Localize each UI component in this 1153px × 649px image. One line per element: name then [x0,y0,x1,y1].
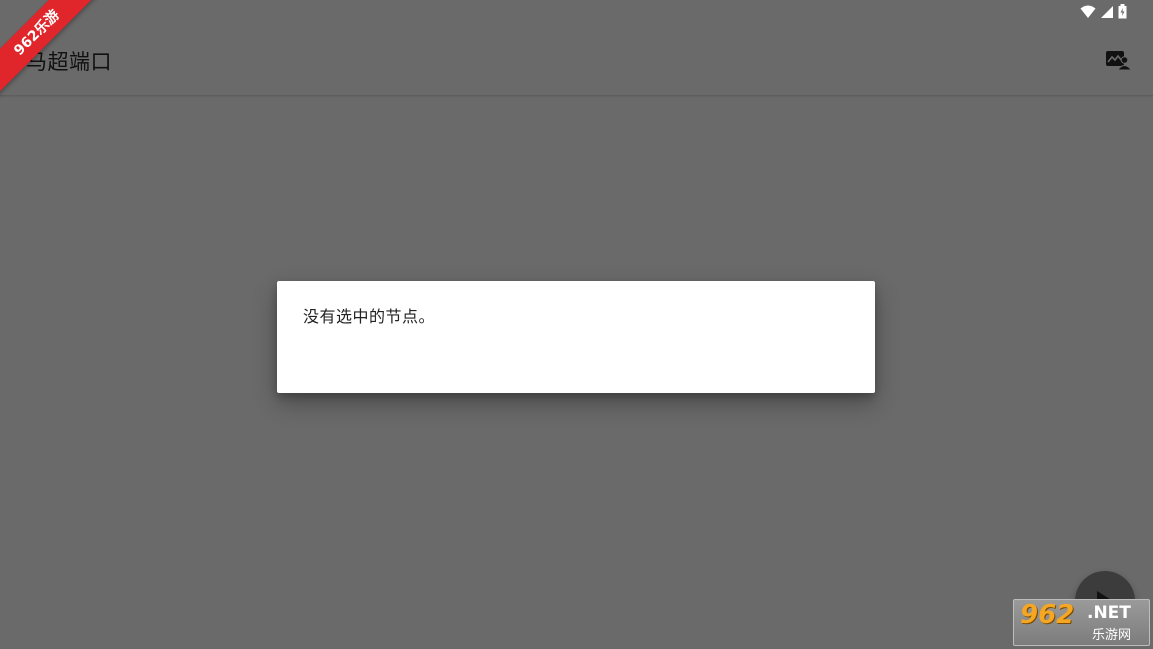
dialog-message: 没有选中的节点。 [303,307,436,326]
gallery-person-icon[interactable] [1105,48,1131,72]
status-bar [0,0,1153,24]
cell-signal-icon [1101,5,1113,18]
alert-dialog: 没有选中的节点。 [277,281,875,393]
corner-ribbon-watermark: 962乐游 [0,0,110,110]
logo-net-text: .NET [1087,603,1131,623]
battery-icon [1118,4,1127,19]
wifi-icon [1080,5,1096,18]
app-bar: 马超端口 [0,24,1153,96]
site-logo-watermark: 962 .NET 乐游网 [1013,599,1150,646]
logo-sub-text: 乐游网 [1092,628,1132,643]
logo-main-text: 962 [1020,600,1075,630]
status-icons [1080,4,1127,19]
app-screen: 马超端口 没有选中的节点。 962乐游 962 .NET 乐游网 [0,0,1153,649]
ribbon-text: 962乐游 [0,0,101,97]
